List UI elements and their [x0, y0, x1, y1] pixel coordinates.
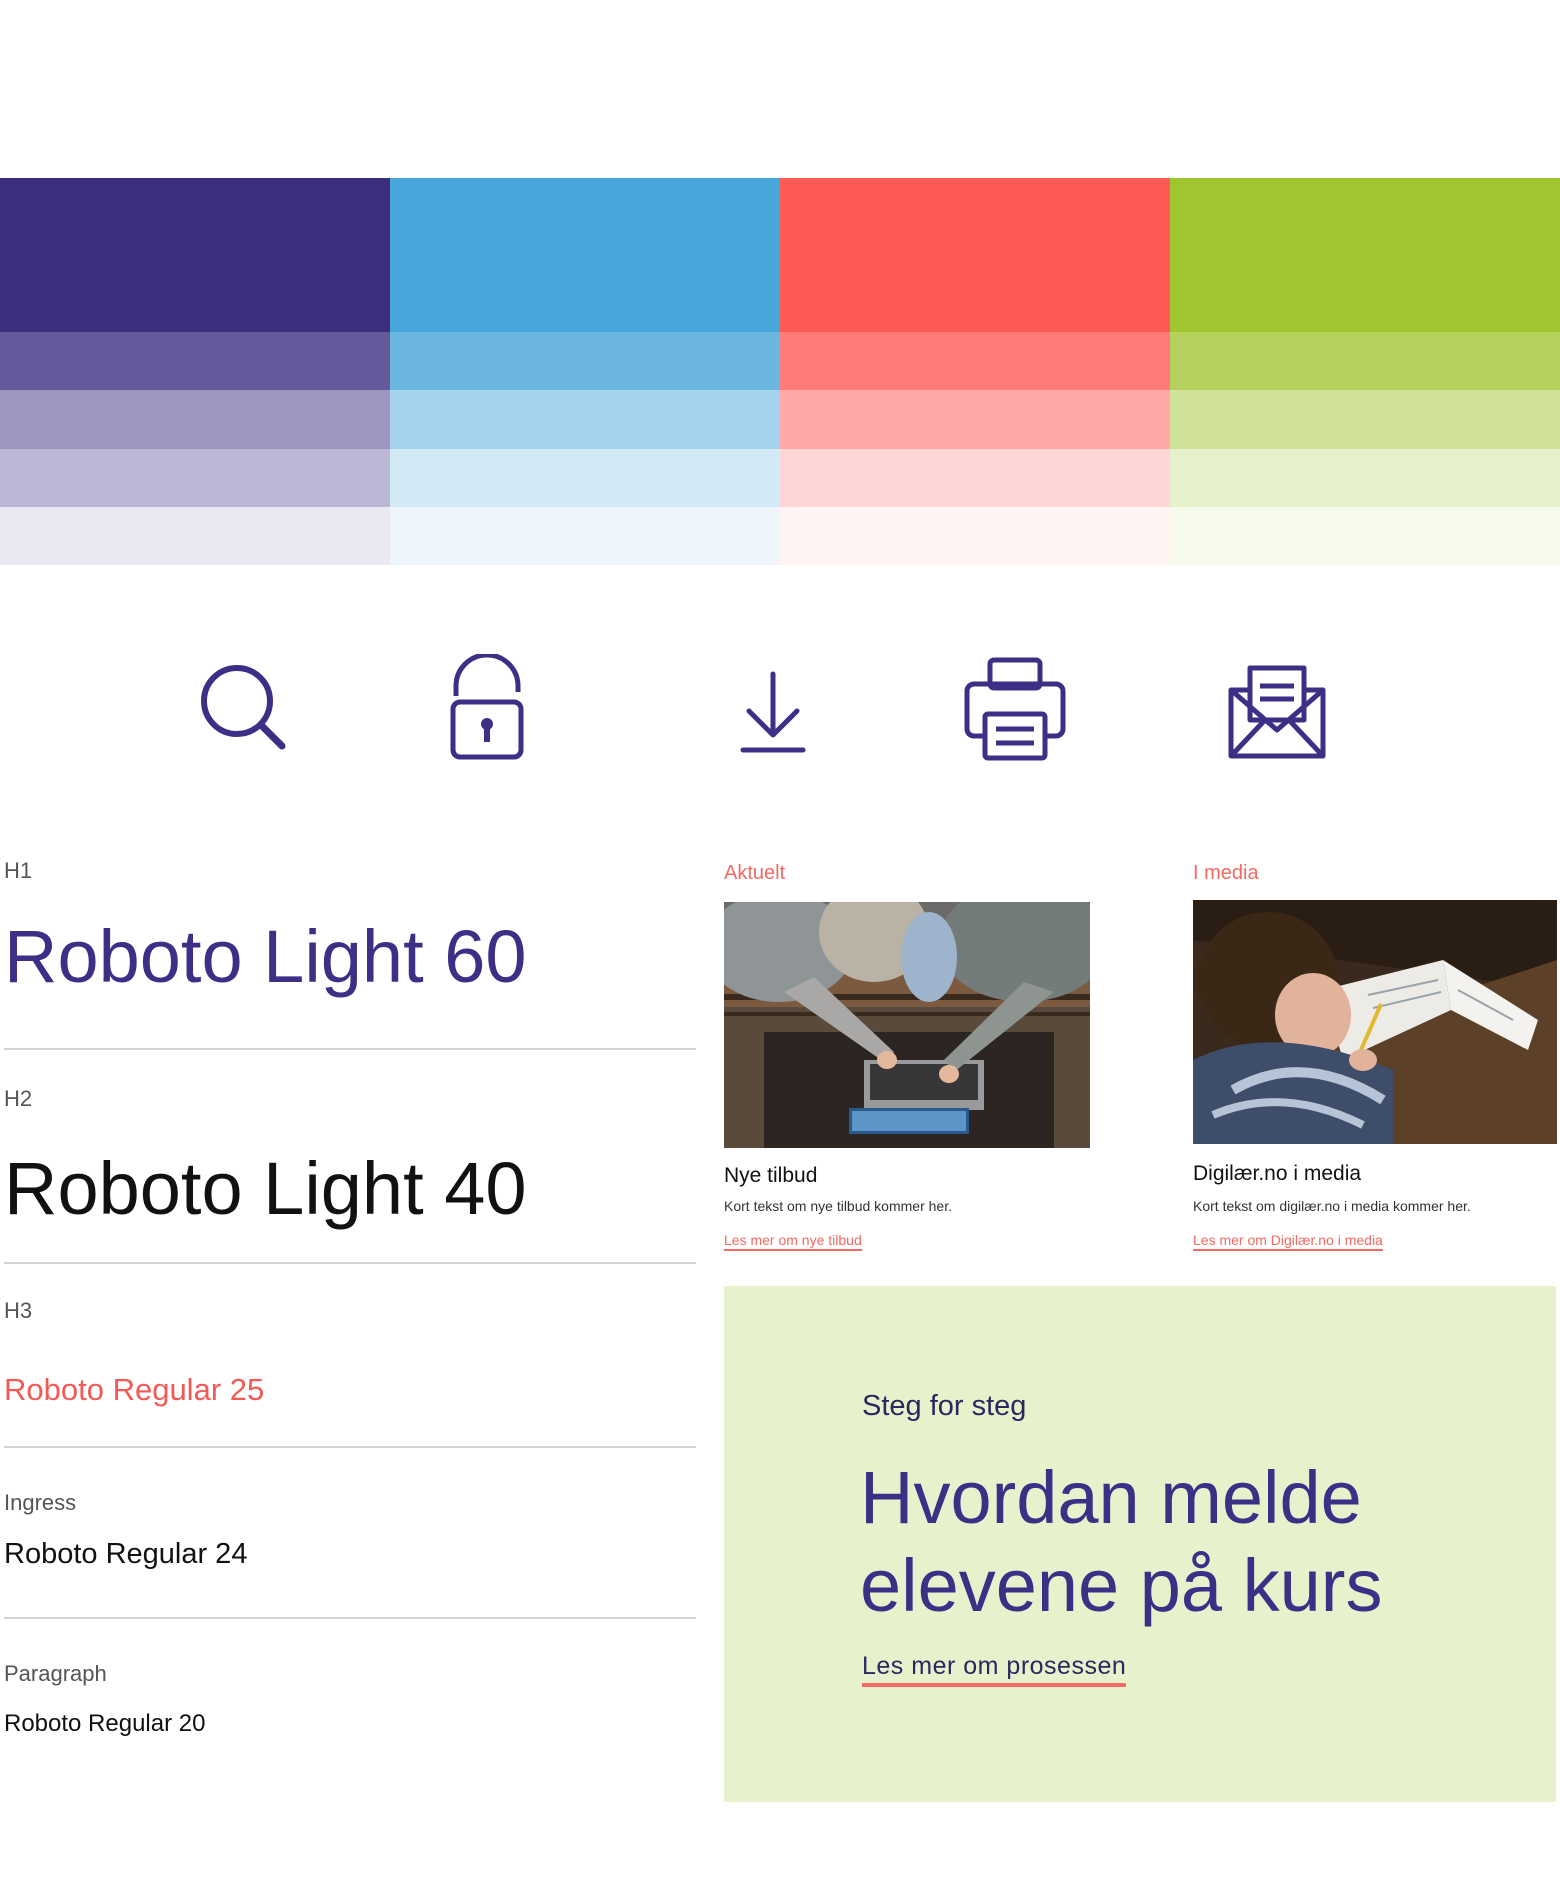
card-image-child-writing[interactable] — [1193, 900, 1557, 1144]
paragraph-label: Paragraph — [4, 1661, 107, 1686]
swatch-blue-80 — [390, 332, 780, 391]
promo-read-more-link[interactable]: Les mer om prosessen — [862, 1652, 1127, 1687]
promo-kicker: Steg for steg — [862, 1390, 1027, 1422]
divider — [4, 1617, 696, 1619]
ingress-label: Ingress — [4, 1490, 77, 1515]
swatch-red-100 — [780, 178, 1170, 332]
divider — [4, 1262, 696, 1264]
swatch-purple-60 — [0, 390, 390, 449]
h3-sample: Roboto Regular 25 — [4, 1372, 265, 1407]
card-title: Nye tilbud — [724, 1164, 818, 1187]
swatch-purple-100 — [0, 178, 390, 332]
swatch-blue-60 — [390, 390, 780, 449]
palette-blue — [390, 178, 780, 565]
color-palette — [0, 178, 1560, 565]
card-category: I media — [1193, 862, 1259, 884]
palette-green — [1170, 178, 1560, 565]
swatch-blue-10 — [390, 506, 780, 565]
download-icon — [718, 654, 828, 764]
swatch-purple-10 — [0, 506, 390, 565]
swatch-red-40 — [780, 448, 1170, 507]
divider — [4, 1048, 696, 1050]
paragraph-sample: Roboto Regular 20 — [4, 1710, 206, 1737]
swatch-green-100 — [1170, 178, 1560, 332]
card-read-more-link[interactable]: Les mer om nye tilbud — [724, 1232, 862, 1251]
h2-sample: Roboto Light 40 — [4, 1147, 527, 1230]
card-image-laptop[interactable] — [724, 902, 1090, 1148]
swatch-green-80 — [1170, 332, 1560, 391]
swatch-red-10 — [780, 506, 1170, 565]
card-text: Kort tekst om nye tilbud kommer her. — [724, 1198, 952, 1214]
card-read-more-link[interactable]: Les mer om Digilær.no i media — [1193, 1232, 1383, 1251]
card-category: Aktuelt — [724, 862, 786, 884]
swatch-green-60 — [1170, 390, 1560, 449]
swatch-green-40 — [1170, 448, 1560, 507]
promo-box: Steg for steg Hvordan melde elevene på k… — [724, 1286, 1556, 1802]
ingress-sample: Roboto Regular 24 — [4, 1538, 248, 1570]
palette-red — [780, 178, 1170, 565]
swatch-purple-80 — [0, 332, 390, 391]
swatch-red-60 — [780, 390, 1170, 449]
mail-icon — [1222, 654, 1332, 764]
card-text: Kort tekst om digilær.no i media kommer … — [1193, 1198, 1471, 1214]
divider — [4, 1446, 696, 1448]
unlock-icon — [432, 654, 542, 764]
h1-sample: Roboto Light 60 — [4, 915, 527, 998]
palette-purple — [0, 178, 390, 565]
swatch-purple-40 — [0, 448, 390, 507]
swatch-blue-40 — [390, 448, 780, 507]
search-icon — [190, 654, 300, 764]
h1-label: H1 — [4, 858, 33, 883]
printer-icon — [960, 654, 1070, 764]
h2-label: H2 — [4, 1086, 33, 1111]
card-title: Digilær.no i media — [1193, 1162, 1362, 1185]
promo-title: Hvordan melde elevene på kurs — [860, 1456, 1383, 1627]
swatch-red-80 — [780, 332, 1170, 391]
swatch-blue-100 — [390, 178, 780, 332]
swatch-green-10 — [1170, 506, 1560, 565]
h3-label: H3 — [4, 1298, 33, 1323]
